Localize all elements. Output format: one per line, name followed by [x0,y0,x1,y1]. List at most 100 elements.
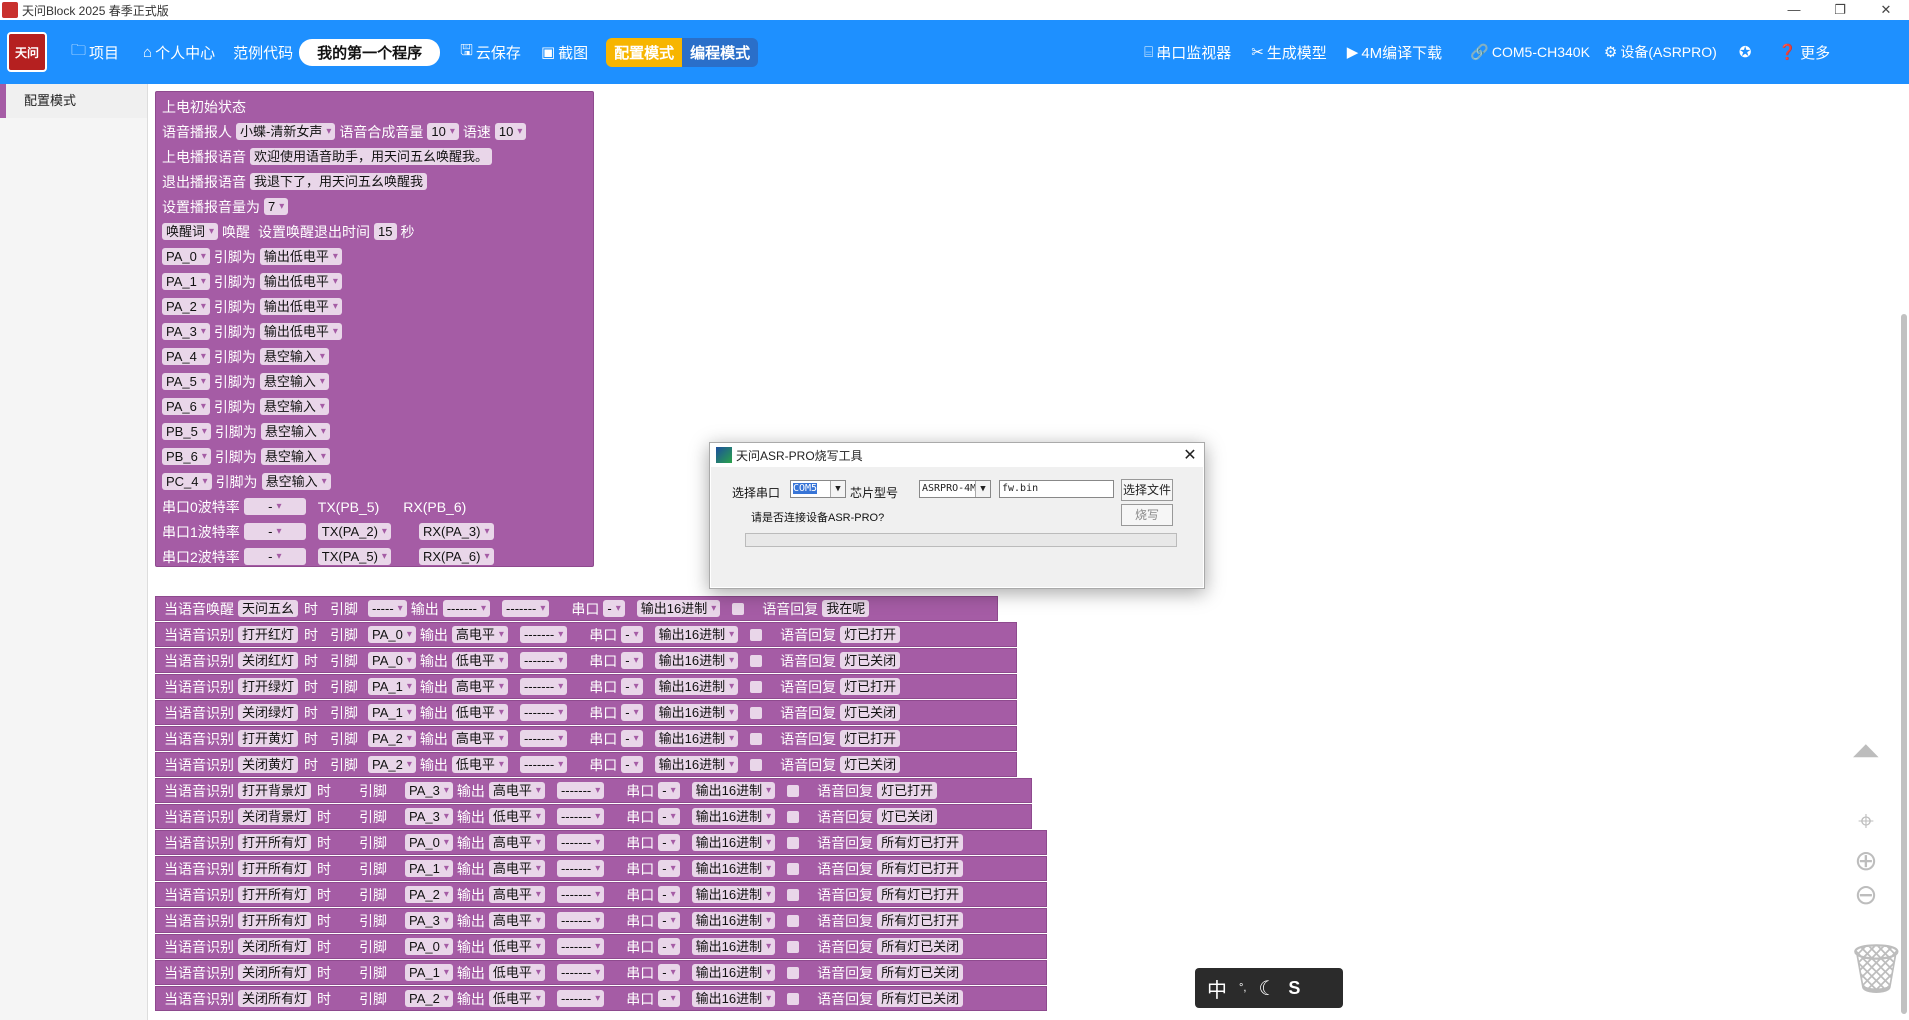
command-level-dropdown[interactable]: 低电平 [451,704,508,721]
command-pin-dropdown[interactable]: PA_3 [405,782,453,799]
generate-model-button[interactable]: ✂ 生成模型 [1251,42,1327,63]
wake-command-block[interactable]: 当语音唤醒天问五幺时引脚-----输出--------------串口-输出16… [155,596,998,621]
hex-output-dropdown[interactable]: 输出16进制 [691,860,776,877]
recognize-command-block[interactable]: 当语音识别打开绿灯时引脚 PA_1输出高电平 ------- 串口-输出16进制 语音回… [155,674,1017,699]
command-word-field[interactable]: 打开所有灯 [238,860,312,877]
command-extra-dropdown[interactable]: ------- [519,756,568,773]
reply-text-field[interactable]: 所有灯已关闭 [877,964,964,981]
command-pin-dropdown[interactable]: PA_0 [405,938,453,955]
command-extra-dropdown[interactable]: ------- [556,860,605,877]
reply-text-field[interactable]: 灯已打开 [840,678,901,695]
pin-mode-dropdown[interactable]: 悬空输入 [259,348,329,365]
command-level-dropdown[interactable]: 高电平 [451,678,508,695]
reply-text-field[interactable]: 灯已打开 [840,730,901,747]
command-level-dropdown[interactable]: 低电平 [451,652,508,669]
command-extra-dropdown[interactable]: ------- [519,626,568,643]
command-pin-dropdown[interactable]: PA_0 [405,834,453,851]
command-word-field[interactable]: 关闭所有灯 [238,964,312,981]
command-pin-dropdown[interactable]: PA_0 [368,626,416,643]
hex-output-dropdown[interactable]: 输出16进制 [691,886,776,903]
command-level-dropdown[interactable]: 高电平 [451,626,508,643]
command-level-dropdown[interactable]: 高电平 [488,782,545,799]
reply-text-field[interactable]: 灯已打开 [877,782,938,799]
recognize-command-block[interactable]: 当语音识别关闭所有灯时 引脚 PA_1输出低电平 ------- 串口-输出16进制 语音… [155,960,1047,985]
hex-checkbox[interactable] [750,732,763,745]
reply-text-field[interactable]: 我在呢 [822,600,870,617]
recognize-command-block[interactable]: 当语音识别关闭所有灯时 引脚 PA_2输出低电平 ------- 串口-输出16进制 语音… [155,986,1047,1011]
category-config-mode[interactable]: 配置模式 [0,84,147,118]
reply-text-field[interactable]: 所有灯已打开 [877,886,964,903]
command-level-dropdown[interactable]: 高电平 [488,886,545,903]
command-pin-dropdown[interactable]: PA_1 [405,964,453,981]
command-word-field[interactable]: 关闭背景灯 [238,808,312,825]
uart-rx-pin[interactable]: RX(PA_3) [418,523,494,540]
hex-checkbox[interactable] [787,888,800,901]
zoom-out-icon[interactable]: ⊖ [1846,878,1886,911]
hex-checkbox[interactable] [787,992,800,1005]
personal-center-menu[interactable]: ⌂ 个人中心 [143,42,215,63]
hex-checkbox[interactable] [787,836,800,849]
punctuation-icon[interactable]: °, [1239,982,1246,994]
command-uart-dropdown[interactable]: - [658,912,680,929]
exit-voice-field[interactable]: 我退下了，用天问五幺唤醒我 [250,173,428,190]
reply-text-field[interactable]: 所有灯已关闭 [877,938,964,955]
workspace-scrollbar[interactable] [1899,84,1909,1020]
command-pin-dropdown[interactable]: PA_1 [368,704,416,721]
hex-checkbox[interactable] [787,914,800,927]
recognize-command-block[interactable]: 当语音识别打开红灯时引脚 PA_0输出高电平 ------- 串口-输出16进制 语音回… [155,622,1017,647]
pin-mode-dropdown[interactable]: 悬空输入 [261,473,331,490]
command-extra-dropdown[interactable]: ------- [556,990,605,1007]
command-pin-dropdown[interactable]: PA_2 [405,990,453,1007]
recognize-command-block[interactable]: 当语音识别打开所有灯时 引脚 PA_3输出高电平 ------- 串口-输出16进制 语音… [155,908,1047,933]
hex-checkbox[interactable] [750,628,763,641]
command-extra-dropdown[interactable]: ------- [519,730,568,747]
command-extra-dropdown[interactable]: ------- [502,600,550,617]
recognize-command-block[interactable]: 当语音识别关闭背景灯时 引脚 PA_3输出低电平 ------- 串口-输出16进制 语音… [155,804,1032,829]
theme-button[interactable]: ✪ [1739,43,1755,61]
pin-mode-dropdown[interactable]: 输出低电平 [259,298,342,315]
hex-checkbox[interactable] [750,706,763,719]
command-extra-dropdown[interactable]: ------- [556,938,605,955]
hex-checkbox[interactable] [787,862,800,875]
serial-monitor-button[interactable]: ⌸ 串口监视器 [1144,42,1231,63]
command-extra-dropdown[interactable]: ------- [519,652,568,669]
scroll-top-icon[interactable]: ⏶ [1846,730,1886,773]
reply-text-field[interactable]: 所有灯已打开 [877,860,964,877]
hex-checkbox[interactable] [732,602,745,615]
hex-output-dropdown[interactable]: 输出16进制 [691,782,776,799]
reply-text-field[interactable]: 灯已关闭 [877,808,938,825]
cloud-save-button[interactable]: 🖫 云保存 [460,40,521,65]
command-level-dropdown[interactable]: 高电平 [488,860,545,877]
recognize-command-block[interactable]: 当语音识别打开所有灯时 引脚 PA_2输出高电平 ------- 串口-输出16进制 语音… [155,882,1047,907]
command-uart-dropdown[interactable]: - [658,782,680,799]
pin-dropdown[interactable]: PC_4 [162,473,212,490]
command-extra-dropdown[interactable]: ------- [556,964,605,981]
reply-text-field[interactable]: 灯已打开 [840,626,901,643]
command-pin-dropdown[interactable]: PA_2 [368,756,416,773]
command-pin-dropdown[interactable]: PA_0 [368,652,416,669]
volume-dropdown[interactable]: 7 [264,198,289,215]
dialog-close-button[interactable]: ✕ [1176,445,1204,465]
hex-checkbox[interactable] [787,784,800,797]
port-selector[interactable]: 🔗 COM5-CH340K [1470,43,1590,61]
trash-icon[interactable]: 🗑 [1846,940,1907,997]
hex-output-dropdown[interactable]: 输出16进制 [654,652,739,669]
command-uart-dropdown[interactable]: - [658,886,680,903]
timeout-field[interactable]: 15 [374,223,397,240]
reply-text-field[interactable]: 灯已关闭 [840,652,901,669]
hex-checkbox[interactable] [787,966,800,979]
pin-dropdown[interactable]: PA_2 [162,298,210,315]
ime-lang-indicator[interactable]: 中 [1207,974,1227,1003]
recognize-command-block[interactable]: 当语音识别关闭所有灯时 引脚 PA_0输出低电平 ------- 串口-输出16进制 语音… [155,934,1047,959]
pin-dropdown[interactable]: PB_5 [162,423,211,440]
command-level-dropdown[interactable]: ------- [442,600,491,617]
command-word-field[interactable]: 打开绿灯 [238,678,299,695]
recognize-command-block[interactable]: 当语音识别关闭黄灯时引脚 PA_2输出低电平 ------- 串口-输出16进制 语音回… [155,752,1017,777]
command-level-dropdown[interactable]: 高电平 [488,912,545,929]
command-level-dropdown[interactable]: 低电平 [451,756,508,773]
command-word-field[interactable]: 打开所有灯 [238,912,312,929]
command-level-dropdown[interactable]: 低电平 [488,938,545,955]
command-pin-dropdown[interactable]: PA_2 [405,886,453,903]
pin-dropdown[interactable]: PA_3 [162,323,210,340]
boot-voice-field[interactable]: 欢迎使用语音助手，用天问五幺唤醒我。 [250,148,493,165]
